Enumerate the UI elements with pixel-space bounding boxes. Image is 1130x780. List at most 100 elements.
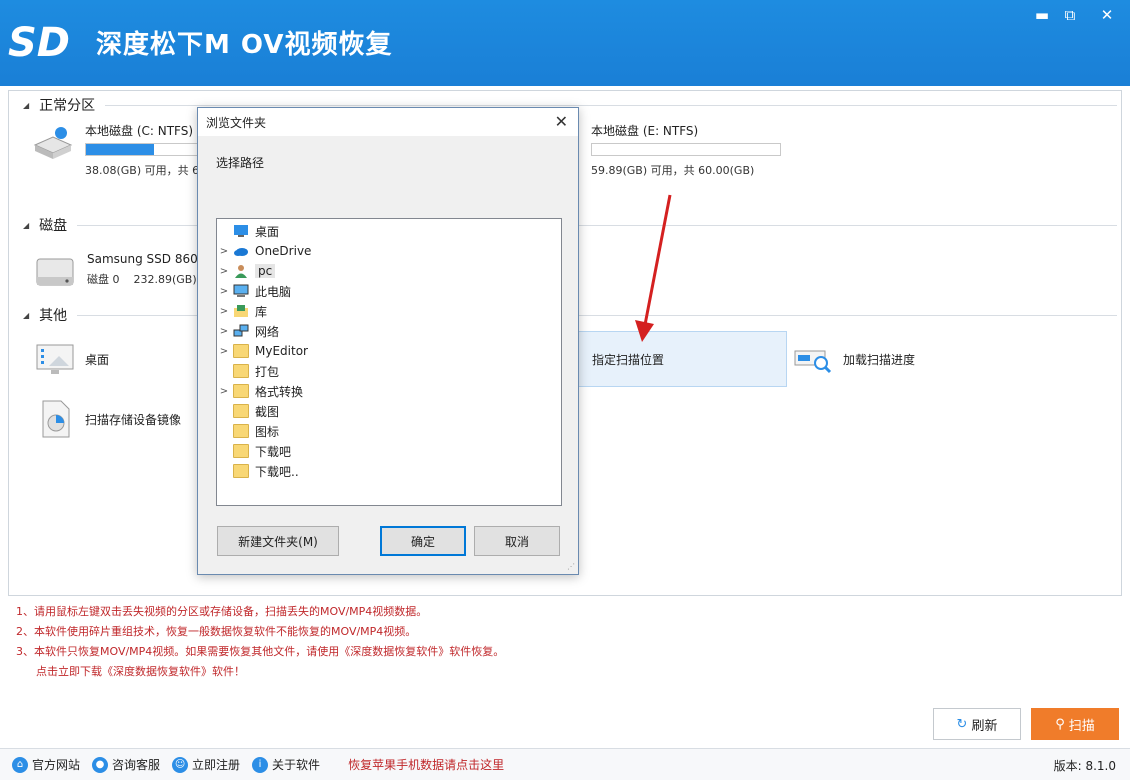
folder-icon (231, 384, 255, 398)
folder-icon (231, 344, 255, 358)
tree-item-label: OneDrive (255, 244, 312, 258)
app-logo: SD (8, 20, 70, 64)
collapse-triangle-icon[interactable]: ◢ (23, 311, 29, 320)
version-label: 版本: 8.1.0 (1053, 759, 1116, 773)
folder-icon (231, 364, 255, 378)
tree-item[interactable]: > 库 (217, 301, 561, 321)
tree-item-label: 桌面 (255, 224, 280, 239)
section-label: 其他 (39, 308, 68, 324)
svg-text:SD: SD (8, 20, 70, 64)
section-label: 正常分区 (39, 98, 96, 114)
usage-bar (591, 143, 781, 156)
search-icon: ⚲ (1055, 716, 1065, 732)
dialog-close-icon[interactable]: ✕ (555, 112, 568, 131)
cancel-button[interactable]: 取消 (474, 526, 560, 556)
tree-item[interactable]: 图标 (217, 421, 561, 441)
tree-item-label: 下载吧 (255, 444, 292, 459)
download-link[interactable]: 点击立即下载《深度数据恢复软件》软件！ (16, 662, 504, 682)
tree-item[interactable]: 打包 (217, 361, 561, 381)
collapse-triangle-icon[interactable]: ◢ (23, 101, 29, 110)
folder-tree[interactable]: 桌面 > OneDrive > pc > 此电脑 > 库 > 网络 > MyEditor 打包 > 格式转换截… (216, 218, 562, 506)
disk-size: 232.89(GB) (133, 273, 197, 286)
tree-item[interactable]: > pc (217, 261, 561, 281)
expand-chevron-icon[interactable]: > (217, 266, 231, 277)
network-icon (231, 324, 255, 338)
scan-image-label: 扫描存储设备镜像 (85, 412, 182, 427)
home-icon: ⌂ (12, 756, 28, 773)
expand-chevron-icon[interactable]: > (217, 326, 231, 337)
load-progress-label: 加载扫描进度 (843, 352, 916, 367)
folder-icon (231, 444, 255, 458)
expand-chevron-icon[interactable]: > (217, 246, 231, 257)
load-progress-item[interactable]: 加载扫描进度 (793, 331, 915, 387)
tree-item[interactable]: > 网络 (217, 321, 561, 341)
hard-disk-icon (36, 258, 74, 286)
tree-item-label: 图标 (255, 424, 280, 439)
about-link[interactable]: i 关于软件 (252, 756, 320, 773)
expand-chevron-icon[interactable]: > (217, 286, 231, 297)
load-progress-icon (794, 350, 832, 374)
tree-item[interactable]: 下载吧 (217, 441, 561, 461)
restore-button[interactable]: ⧉ (1057, 4, 1083, 26)
cloud-icon (231, 244, 255, 258)
user-icon (231, 264, 255, 278)
minimize-button[interactable]: ▬ (1029, 4, 1055, 26)
app-title: 深度松下M OV视频恢复 (96, 30, 393, 60)
title-bar: SD 深度松下M OV视频恢复 ▬ ⧉ ✕ (0, 0, 1130, 86)
tree-item-label: 库 (255, 304, 268, 319)
tree-item-label: 格式转换 (255, 384, 304, 399)
collapse-triangle-icon[interactable]: ◢ (23, 221, 29, 230)
tree-item-label: pc (255, 264, 276, 278)
tree-item[interactable]: > 此电脑 (217, 281, 561, 301)
apple-recovery-link[interactable]: 恢复苹果手机数据请点击这里 (348, 756, 504, 773)
new-folder-button[interactable]: 新建文件夹(M) (217, 526, 339, 556)
tree-item[interactable]: > MyEditor (217, 341, 561, 361)
website-link[interactable]: ⌂ 官方网站 (12, 756, 80, 773)
tree-item-label: 打包 (255, 364, 280, 379)
expand-chevron-icon[interactable]: > (217, 306, 231, 317)
tree-item-label: MyEditor (255, 344, 308, 358)
tree-item-label: 网络 (255, 324, 280, 339)
tree-item[interactable]: 截图 (217, 401, 561, 421)
desktop-icon (231, 224, 255, 238)
browse-folder-dialog: 浏览文件夹 ✕ 选择路径 桌面 > OneDrive > pc > 此电脑 > 库 > 网络 > MyE… (197, 107, 579, 575)
disk-image-icon (42, 400, 70, 438)
tree-item[interactable]: 桌面 (217, 221, 561, 241)
refresh-button[interactable]: ↻ 刷新 (933, 708, 1021, 740)
resize-grip-icon[interactable]: ⋰ (567, 562, 575, 571)
desktop-icon (36, 344, 74, 374)
dialog-title: 浏览文件夹 (206, 115, 267, 130)
folder-icon (231, 404, 255, 418)
close-button[interactable]: ✕ (1094, 4, 1120, 26)
register-link[interactable]: ☺ 立即注册 (172, 756, 240, 773)
desktop-item[interactable]: 桌面 (35, 331, 109, 387)
disk-0[interactable]: Samsung SSD 860 E 磁盘 0 232.89(GB) (33, 251, 209, 291)
status-bar: ⌂ 官方网站 ● 咨询客服 ☺ 立即注册 i 关于软件 恢复苹果手机数据请点击这… (0, 748, 1130, 780)
ok-button[interactable]: 确定 (380, 526, 466, 556)
drive-icon (33, 127, 73, 159)
computer-icon (231, 284, 255, 298)
scan-button[interactable]: ⚲ 扫描 (1031, 708, 1119, 740)
scan-image-item[interactable]: 扫描存储设备镜像 (35, 391, 181, 447)
folder-icon (231, 464, 255, 478)
section-label: 磁盘 (39, 218, 68, 234)
instruction-notes: 1、请用鼠标左键双击丢失视频的分区或存储设备，扫描丢失的MOV/MP4视频数据。… (16, 602, 504, 682)
note-line: 3、本软件只恢复MOV/MP4视频。如果需要恢复其他文件，请使用《深度数据恢复软… (16, 645, 505, 658)
disk-name: Samsung SSD 860 E (87, 252, 210, 266)
tree-item-label: 下载吧.. (255, 464, 299, 479)
tree-item-label: 此电脑 (255, 284, 292, 299)
chat-icon: ● (92, 756, 109, 773)
expand-chevron-icon[interactable]: > (217, 386, 231, 397)
refresh-icon: ↻ (956, 716, 968, 732)
folder-icon (231, 424, 255, 438)
partition-name: 本地磁盘 (E: NTFS) (591, 124, 699, 138)
support-link[interactable]: ● 咨询客服 (92, 756, 160, 773)
tree-item[interactable]: 下载吧.. (217, 461, 561, 481)
expand-chevron-icon[interactable]: > (217, 346, 231, 357)
note-line: 2、本软件使用碎片重组技术，恢复一般数据恢复软件不能恢复的MOV/MP4视频。 (16, 625, 417, 638)
disk-index: 磁盘 0 (87, 273, 120, 286)
tree-item-label: 截图 (255, 404, 280, 419)
tree-item[interactable]: > 格式转换 (217, 381, 561, 401)
tree-item[interactable]: > OneDrive (217, 241, 561, 261)
dialog-prompt: 选择路径 (216, 156, 265, 170)
